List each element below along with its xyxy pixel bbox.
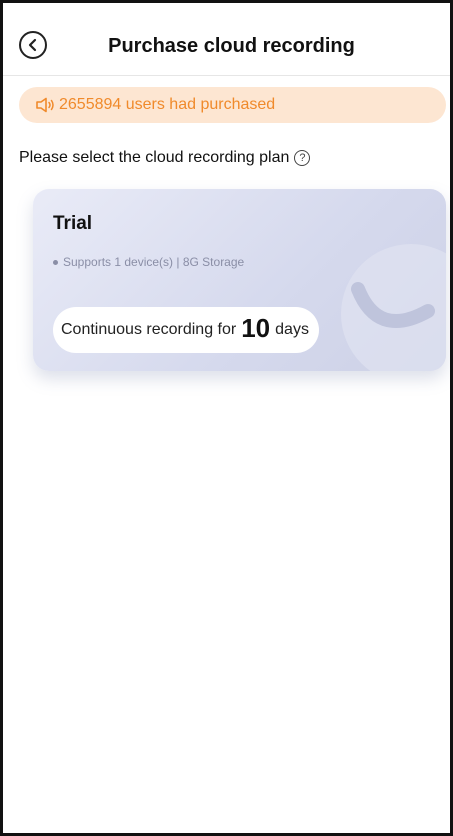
decorative-arc-icon (341, 244, 446, 371)
duration-unit: days (275, 321, 309, 338)
plan-name: Trial (53, 213, 93, 234)
plan-card-trial[interactable]: Trial Supports 1 device(s) | 8G Storage … (33, 189, 446, 371)
page-title: Purchase cloud recording (108, 35, 355, 57)
question-circle-icon[interactable]: ? (294, 150, 311, 166)
app-screen: Purchase cloud recording 2655894 users h… (0, 0, 453, 836)
duration-pill: Continuous recording for 10 days (53, 307, 319, 353)
header-bar: Purchase cloud recording (3, 3, 450, 76)
notice-text: 2655894 users had purchased (59, 96, 276, 113)
plan-features-text: Supports 1 device(s) | 8G Storage (63, 255, 245, 269)
bullet-dot-icon (53, 259, 58, 265)
duration-prefix: Continuous recording for (61, 321, 237, 338)
plan-section-label: Please select the cloud recording plan ? (19, 149, 311, 167)
plan-section-text: Please select the cloud recording plan (19, 149, 290, 166)
purchase-notice-banner: 2655894 users had purchased (19, 87, 446, 123)
speaker-icon (36, 97, 54, 113)
duration-value: 10 (241, 313, 271, 343)
plan-features: Supports 1 device(s) | 8G Storage (53, 255, 244, 269)
